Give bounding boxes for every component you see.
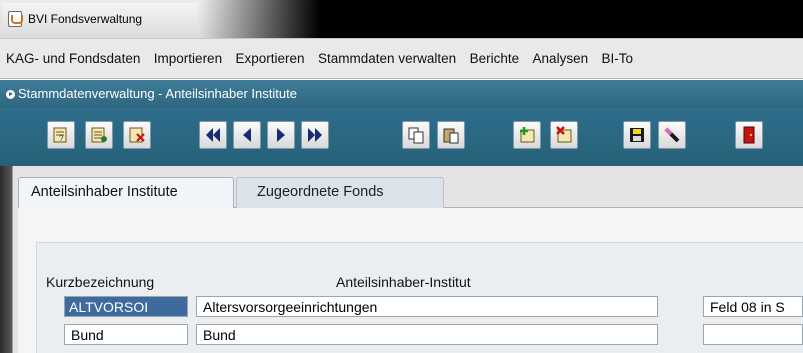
paste-button[interactable] [437,121,465,149]
delete-record-button[interactable] [550,121,578,149]
kurzbezeichnung-field[interactable]: ALTVORSOI [64,296,188,317]
svg-text:?: ? [59,134,64,143]
delete-record-icon [556,126,572,143]
extra-field[interactable]: Feld 08 in S [703,296,803,317]
last-record-button[interactable] [301,121,329,149]
toolbar: ? [0,108,803,166]
insert-record-button[interactable] [513,121,541,149]
first-record-icon [206,128,220,142]
paste-icon [443,128,459,144]
form-title: Stammdatenverwaltung - Anteilsinhaber In… [18,86,297,101]
menu-bar: KAG- und Fondsdaten Importieren Exportie… [0,38,803,79]
cancel-query-button[interactable] [123,121,151,149]
execute-query-button[interactable] [85,121,113,149]
previous-record-button[interactable] [233,121,261,149]
insert-record-icon [520,127,535,143]
tab-anteilsinhaber-institute[interactable]: Anteilsinhaber Institute [18,177,234,208]
copy-icon [408,127,424,144]
institut-name-field[interactable]: Altersvorsorgeeinrichtungen [196,296,658,317]
exit-button[interactable] [735,121,763,149]
next-record-icon [277,128,285,142]
last-record-icon [308,128,322,142]
institut-name-field[interactable]: Bund [196,324,658,345]
cancel-query-icon [129,127,145,143]
menu-stammdaten-verwalten[interactable]: Stammdaten verwalten [318,51,456,66]
extra-field[interactable] [703,324,803,345]
menu-exportieren[interactable]: Exportieren [236,51,305,66]
form-window-icon [6,90,15,99]
query-button[interactable]: ? [47,121,75,149]
menu-berichte[interactable]: Berichte [470,51,520,66]
next-record-button[interactable] [267,121,295,149]
window-title: BVI Fondsverwaltung [28,12,143,26]
edit-icon [664,127,680,143]
menu-analysen[interactable]: Analysen [533,51,589,66]
kurzbezeichnung-field[interactable]: Bund [64,324,188,345]
window-title-area[interactable]: BVI Fondsverwaltung [2,3,198,34]
exit-icon [743,126,755,144]
column-header-kurzbezeichnung: Kurzbezeichnung [46,274,155,290]
menu-bi-tools[interactable]: BI-To [602,51,634,66]
first-record-button[interactable] [199,121,227,149]
copy-button[interactable] [402,121,430,149]
column-header-anteilsinhaber-institut: Anteilsinhaber-Institut [336,274,471,290]
menu-kag-fondsdaten[interactable]: KAG- und Fondsdaten [6,51,140,66]
java-cup-icon [8,11,23,27]
menu-importieren[interactable]: Importieren [154,51,222,66]
window-left-edge [0,166,18,353]
tab-zugeordnete-fonds[interactable]: Zugeordnete Fonds [236,177,444,208]
execute-query-icon [91,127,107,143]
save-icon [630,128,644,142]
form-header: Stammdatenverwaltung - Anteilsinhaber In… [0,80,803,108]
edit-button[interactable] [658,121,686,149]
save-button[interactable] [623,121,651,149]
previous-record-icon [243,128,251,142]
query-icon: ? [53,127,67,143]
